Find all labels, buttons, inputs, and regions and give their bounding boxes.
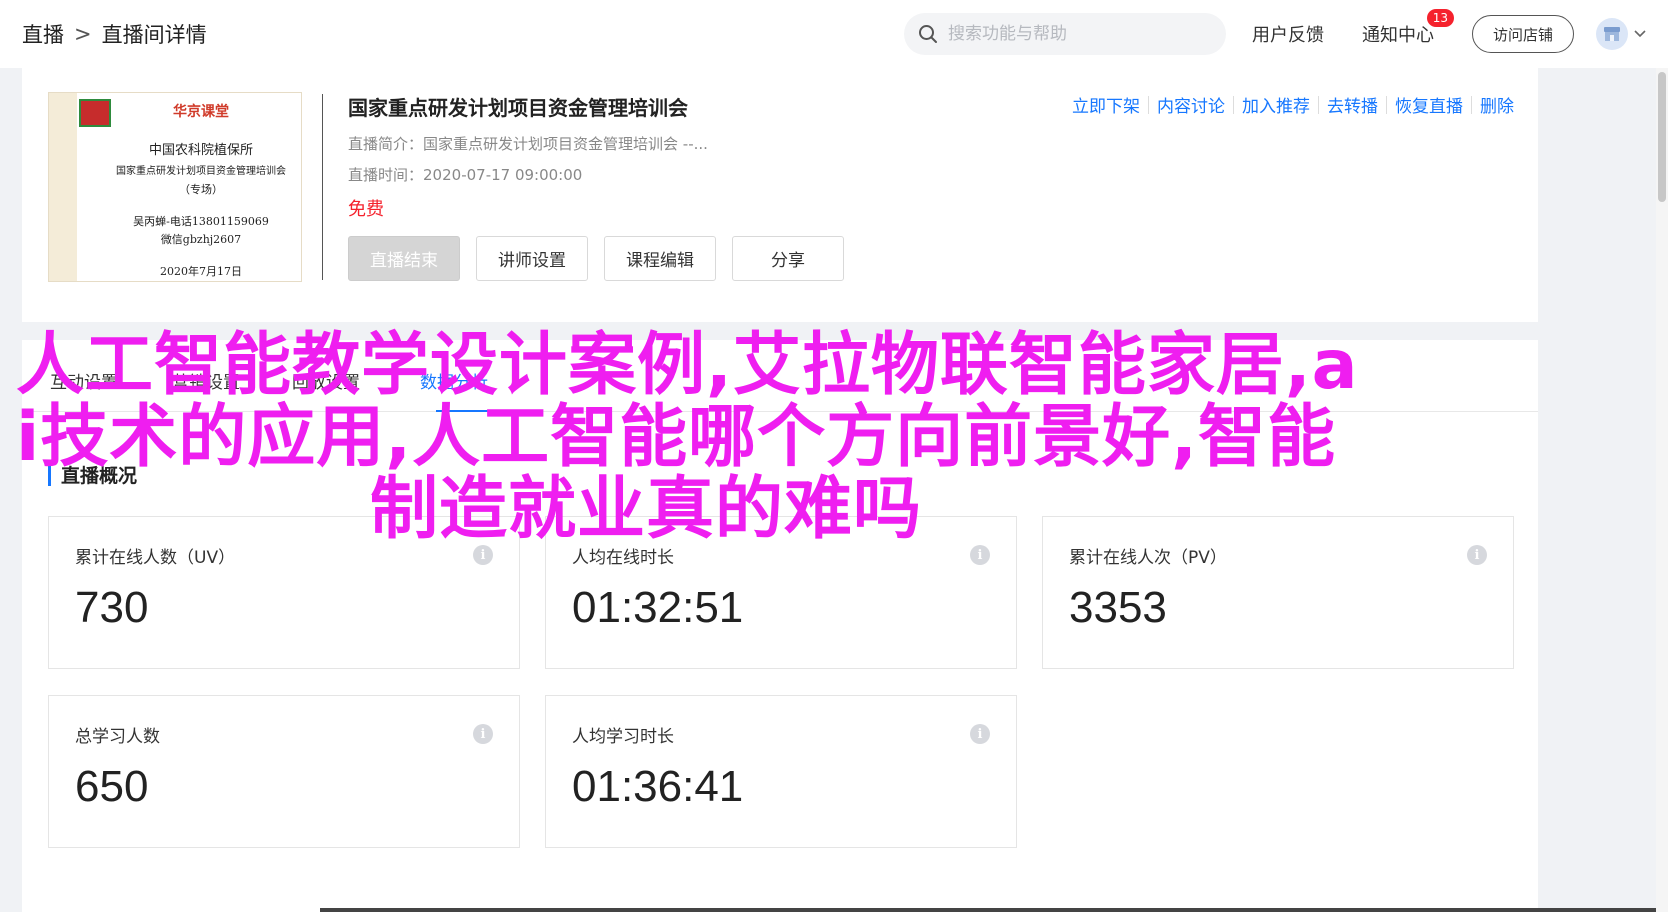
lecturer-settings-button[interactable]: 讲师设置 [476,236,588,281]
top-bar: 直播 > 直播间详情 用户反馈 通知中心 13 访问店铺 [0,0,1668,68]
take-down-link[interactable]: 立即下架 [1072,92,1140,117]
course-intro: 直播简介：国家重点研发计划项目资金管理培训会 --... [348,133,708,154]
notification-badge: 13 [1426,9,1454,27]
tab-interaction-settings[interactable]: 互动设置 [50,368,118,393]
stat-card-avg-online: 人均在线时长 01:32:51 i [545,516,1017,669]
op-divider [1386,95,1387,114]
cover-program: 国家重点研发计划项目资金管理培训会 [116,166,286,177]
tab-bar: 互动设置 营销设置 回放设置 数据分析 [22,340,1538,412]
cover-brand: 华京课堂 [173,104,229,120]
course-title: 国家重点研发计划项目资金管理培训会 [348,96,688,120]
op-divider [1471,95,1472,114]
breadcrumb-room-detail: 直播间详情 [101,23,207,47]
stat-value: 01:32:51 [572,583,744,632]
course-panel: 华京课堂 中国农科院植保所 国家重点研发计划项目资金管理培训会 （专场） 吴丙蝉… [22,68,1538,322]
op-divider [1318,95,1319,114]
stat-card-uv: 累计在线人数（UV） 730 i [48,516,520,669]
cover-date: 2020年7月17日 [160,265,242,278]
operations-bar: 立即下架 内容讨论 加入推荐 去转播 恢复直播 删除 [1072,92,1514,117]
info-icon[interactable]: i [970,724,990,744]
course-info: 国家重点研发计划项目资金管理培训会 直播简介：国家重点研发计划项目资金管理培训会… [348,92,708,221]
stat-label: 人均在线时长 [572,548,674,568]
tab-marketing-settings[interactable]: 营销设置 [172,368,240,393]
stat-label: 总学习人数 [75,727,160,747]
divider [322,94,323,280]
search-input[interactable] [947,24,1188,44]
stat-label: 人均学习时长 [572,727,674,747]
search-icon [918,25,937,43]
cover-contact: 吴丙蝉-电话13801159069 [133,215,269,228]
scroll-thumb[interactable] [1658,72,1666,202]
stat-value: 730 [75,583,149,632]
stats-area: 直播概况 累计在线人数（UV） 730 i 人均在线时长 01:32:51 i … [22,412,1538,912]
course-edit-button[interactable]: 课程编辑 [604,236,716,281]
stat-card-learners: 总学习人数 650 i [48,695,520,848]
cover-wechat: 微信gbzhj2607 [160,233,242,246]
resume-live-link[interactable]: 恢复直播 [1395,92,1463,117]
stat-card-avg-learning: 人均学习时长 01:36:41 i [545,695,1017,848]
tab-data-analysis[interactable]: 数据分析 [420,368,488,393]
rebroadcast-link[interactable]: 去转播 [1327,92,1378,117]
op-divider [1148,95,1149,114]
chevron-down-icon[interactable] [1634,30,1646,38]
share-button[interactable]: 分享 [732,236,844,281]
notification-center-link[interactable]: 通知中心 13 [1361,9,1454,47]
stat-card-pv: 累计在线人次（PV） 3353 i [1042,516,1514,669]
notification-center-label: 通知中心 [1361,25,1434,46]
cover-special: （专场） [179,183,223,196]
breadcrumb: 直播 > 直播间详情 [22,19,207,49]
topbar-actions: 用户反馈 通知中心 13 访问店铺 [903,9,1646,55]
stat-value: 650 [75,762,149,811]
op-divider [1233,95,1234,114]
discussion-link[interactable]: 内容讨论 [1157,92,1225,117]
cover-strip [49,93,77,281]
scrollbar[interactable] [1656,68,1668,912]
course-cover-image: 华京课堂 中国农科院植保所 国家重点研发计划项目资金管理培训会 （专场） 吴丙蝉… [48,92,302,282]
cover-text: 华京课堂 中国农科院植保所 国家重点研发计划项目资金管理培训会 （专场） 吴丙蝉… [103,101,299,279]
visit-store-button[interactable]: 访问店铺 [1471,15,1574,53]
breadcrumb-live[interactable]: 直播 [22,19,64,49]
info-icon[interactable]: i [1467,545,1487,565]
time-value: 2020-07-17 09:00:00 [423,166,583,184]
live-ended-button: 直播结束 [348,236,460,281]
info-icon[interactable]: i [473,545,493,565]
info-icon[interactable]: i [473,724,493,744]
overview-title: 直播概况 [48,466,137,486]
breadcrumb-separator: > [74,22,92,46]
course-time: 直播时间：2020-07-17 09:00:00 [348,164,708,185]
bottom-edge [320,908,1656,912]
info-icon[interactable]: i [970,545,990,565]
stat-value: 3353 [1069,583,1167,632]
delete-link[interactable]: 删除 [1480,92,1514,117]
intro-label: 直播简介： [348,135,424,153]
cover-org: 中国农科院植保所 [148,143,253,158]
tab-replay-settings[interactable]: 回放设置 [292,368,360,393]
search-box[interactable] [903,13,1226,55]
time-label: 直播时间： [348,166,424,184]
recommend-link[interactable]: 加入推荐 [1242,92,1310,117]
course-buttons: 直播结束 讲师设置 课程编辑 分享 [348,236,860,281]
store-avatar[interactable] [1596,18,1628,50]
feedback-link[interactable]: 用户反馈 [1252,21,1324,47]
course-price: 免费 [348,199,384,220]
store-icon [1604,27,1620,41]
stat-label: 累计在线人数（UV） [75,548,236,568]
stat-label: 累计在线人次（PV） [1069,548,1227,568]
stat-value: 01:36:41 [572,762,744,811]
intro-value: 国家重点研发计划项目资金管理培训会 --... [423,135,708,153]
